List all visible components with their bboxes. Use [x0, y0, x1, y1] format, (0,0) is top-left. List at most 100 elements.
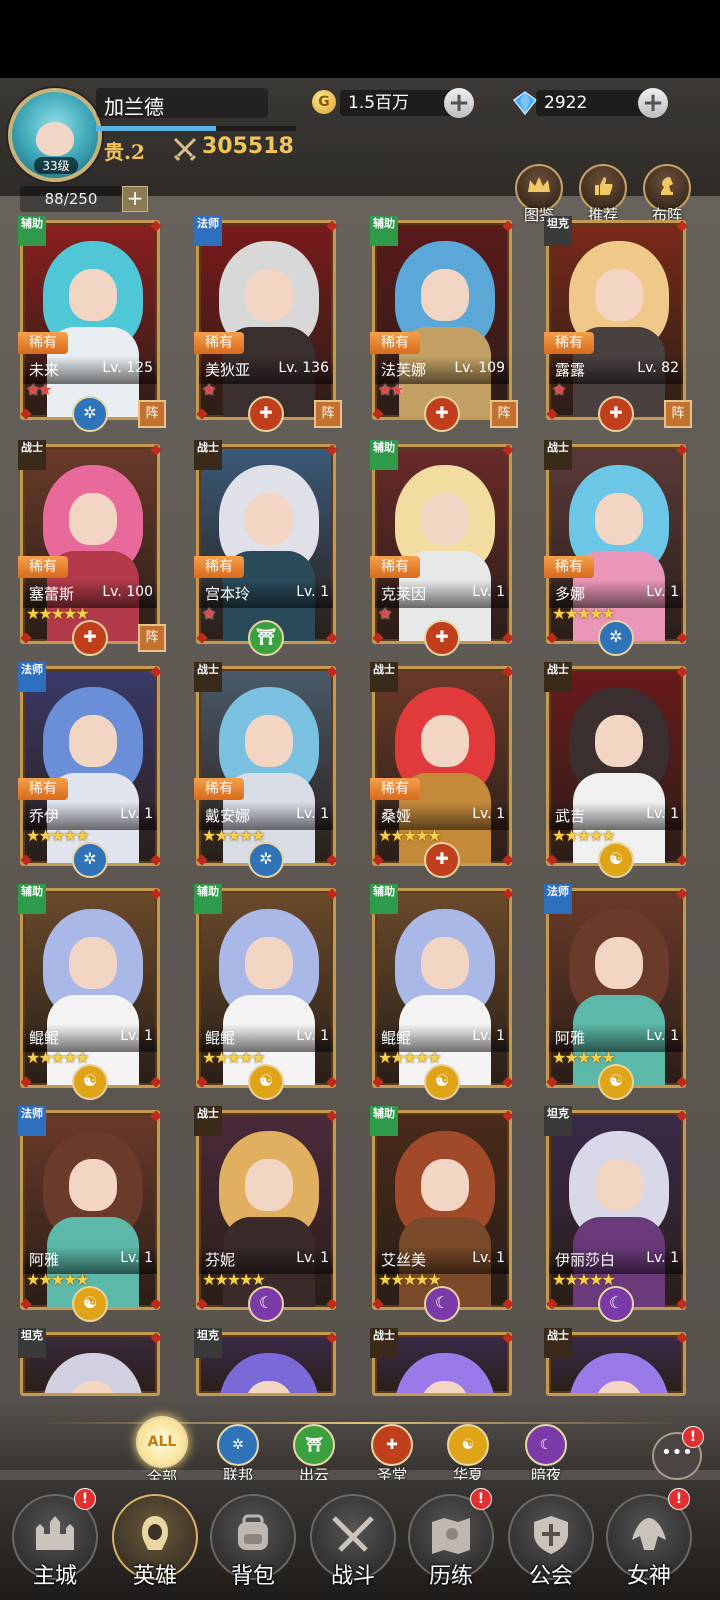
knight-icon	[661, 177, 673, 195]
hero-level: Lv. 1	[646, 1028, 679, 1044]
hero-card[interactable]: 坦克	[194, 1328, 338, 1396]
hero-face	[245, 1159, 293, 1211]
hero-info-strip: 露露 Lv. 82	[549, 356, 683, 384]
hero-card[interactable]: 坦克	[18, 1328, 162, 1396]
hero-card[interactable]: 法师 稀有 乔伊 Lv. 1 ★★★★★ ✲	[18, 662, 162, 878]
hero-card[interactable]: 战士	[370, 1328, 514, 1396]
backpack-icon	[238, 1514, 268, 1550]
faction-filter-federation[interactable]: ✲ 联邦	[208, 1424, 268, 1485]
formation-badge: 阵	[138, 624, 166, 652]
hero-face	[595, 715, 643, 767]
hero-name: 桑娅	[381, 807, 412, 825]
hero-name: 美狄亚	[205, 361, 251, 379]
hero-card[interactable]: 辅助 鲲鲲 Lv. 1 ★★★★★ ☯	[18, 884, 162, 1100]
formation-badge: 阵	[314, 400, 342, 428]
crossed-swords-icon	[173, 137, 197, 162]
hero-name: 未来	[29, 361, 60, 379]
faction-emblem-icon: ✚	[424, 396, 460, 432]
night-faction-icon: ☾	[525, 1424, 567, 1466]
add-gems-button[interactable]: +	[638, 88, 668, 118]
hero-role-badge: 辅助	[18, 216, 46, 246]
guild-shield-icon	[534, 1516, 568, 1554]
hero-name: 鲲鲲	[29, 1029, 60, 1047]
player-level: 33级	[34, 157, 78, 174]
hero-level: Lv. 1	[120, 806, 153, 822]
hero-stars: ★★★★★	[202, 1270, 266, 1289]
faction-filter-all[interactable]: ALL 全部	[132, 1416, 192, 1487]
hero-card[interactable]: 战士	[544, 1328, 688, 1396]
hero-name: 阿雅	[555, 1029, 586, 1047]
thumbs-up-icon	[595, 177, 613, 195]
chat-button[interactable]: ••• !	[652, 1426, 704, 1480]
hero-level: Lv. 1	[472, 584, 505, 600]
faction-filter-night[interactable]: ☾ 暗夜	[516, 1424, 576, 1485]
hero-card[interactable]: 法师 阿雅 Lv. 1 ★★★★★ ☯	[18, 1106, 162, 1322]
map-icon	[432, 1518, 470, 1554]
exp-fill	[96, 126, 216, 131]
player-avatar[interactable]: 33级	[8, 88, 102, 182]
hero-name: 法芙娜	[381, 361, 427, 379]
faction-filter-izumo[interactable]: ⛩ 出云	[284, 1424, 344, 1485]
hero-stars: ★★★★★	[202, 1048, 266, 1067]
rarity-tag: 稀有	[18, 556, 68, 578]
hero-face	[69, 493, 117, 545]
add-gold-button[interactable]: +	[444, 88, 474, 118]
hero-card[interactable]: 战士 稀有 戴安娜 Lv. 1 ★★★★★ ✲	[194, 662, 338, 878]
hero-card[interactable]: 坦克 稀有 露露 Lv. 82 ★ ✚ 阵	[544, 216, 692, 432]
hero-name: 伊丽莎白	[555, 1251, 616, 1269]
hero-card[interactable]: 战士 稀有 宫本玲 Lv. 1 ★ ⛩	[194, 440, 338, 656]
hero-card[interactable]: 辅助 稀有 克莱因 Lv. 1 ★ ✚	[370, 440, 514, 656]
hero-card[interactable]: 辅助 艾丝美 Lv. 1 ★★★★★ ☾	[370, 1106, 514, 1322]
hero-card[interactable]: 辅助 鲲鲲 Lv. 1 ★★★★★ ☯	[370, 884, 514, 1100]
nav-swords[interactable]: 战斗	[308, 1494, 398, 1590]
hero-stars: ★	[378, 604, 392, 623]
faction-emblem-icon: ✚	[424, 842, 460, 878]
hero-level: Lv. 1	[646, 806, 679, 822]
hero-role-badge: 法师	[18, 662, 46, 692]
formation-badge: 阵	[490, 400, 518, 428]
hero-level: Lv. 136	[278, 360, 329, 376]
recommend-button[interactable]: 推荐	[578, 164, 628, 225]
nav-label: 女神	[626, 1564, 671, 1589]
hero-role-badge: 辅助	[370, 1106, 398, 1136]
nav-goddess[interactable]: 女神!	[604, 1488, 694, 1590]
nav-map[interactable]: 历练!	[406, 1488, 496, 1590]
faction-filter-huaxia[interactable]: ☯ 华夏	[438, 1424, 498, 1485]
hero-level: Lv. 109	[454, 360, 505, 376]
hero-card-frame	[196, 220, 336, 420]
hero-card[interactable]: 战士 武吉 Lv. 1 ★★★★★ ☯	[544, 662, 688, 878]
formation-badge: 阵	[664, 400, 692, 428]
formation-button[interactable]: 布阵	[642, 164, 692, 225]
izumo-faction-icon: ⛩	[293, 1424, 335, 1466]
nav-hero[interactable]: 英雄	[110, 1494, 200, 1590]
hero-card[interactable]: 坦克 伊丽莎白 Lv. 1 ★★★★★ ☾	[544, 1106, 688, 1322]
hero-card[interactable]: 法师 稀有 美狄亚 Lv. 136 ★ ✚ 阵	[194, 216, 342, 432]
hero-card[interactable]: 战士 芬妮 Lv. 1 ★★★★★ ☾	[194, 1106, 338, 1322]
hero-level: Lv. 1	[472, 1250, 505, 1266]
crown-icon	[528, 177, 550, 192]
hero-card[interactable]: 战士 稀有 塞蕾斯 Lv. 100 ★★★★★ ✚ 阵	[18, 440, 166, 656]
rarity-tag: 稀有	[370, 332, 420, 354]
nav-guild-shield[interactable]: 公会	[506, 1494, 596, 1590]
hero-face	[421, 493, 469, 545]
hero-card[interactable]: 辅助 鲲鲲 Lv. 1 ★★★★★ ☯	[194, 884, 338, 1100]
hero-level: Lv. 125	[102, 360, 153, 376]
hero-role-badge: 战士	[544, 440, 572, 470]
hero-card[interactable]: 战士 稀有 桑娅 Lv. 1 ★★★★★ ✚	[370, 662, 514, 878]
expand-hero-slots-button[interactable]: +	[122, 186, 148, 212]
nav-castle[interactable]: 主城!	[10, 1488, 100, 1590]
hero-card[interactable]: 战士 稀有 多娜 Lv. 1 ★★★★★ ✲	[544, 440, 688, 656]
faction-emblem-icon: ✚	[248, 396, 284, 432]
nav-backpack[interactable]: 背包	[208, 1494, 298, 1590]
hero-name: 塞蕾斯	[29, 585, 75, 603]
hero-level: Lv. 1	[646, 1250, 679, 1266]
faction-filter-sanctuary[interactable]: ✚ 圣堂	[362, 1424, 422, 1485]
rarity-tag: 稀有	[194, 556, 244, 578]
hero-card[interactable]: 辅助 稀有 未来 Lv. 125 ★★ ✲ 阵	[18, 216, 166, 432]
hero-stars: ★★★★★	[378, 1048, 442, 1067]
hero-card[interactable]: 法师 阿雅 Lv. 1 ★★★★★ ☯	[544, 884, 688, 1100]
hero-card[interactable]: 辅助 稀有 法芙娜 Lv. 109 ★★ ✚ 阵	[370, 216, 518, 432]
hero-name: 武吉	[555, 807, 586, 825]
avatar-face	[36, 122, 74, 156]
hero-role-badge: 坦克	[194, 1328, 222, 1358]
